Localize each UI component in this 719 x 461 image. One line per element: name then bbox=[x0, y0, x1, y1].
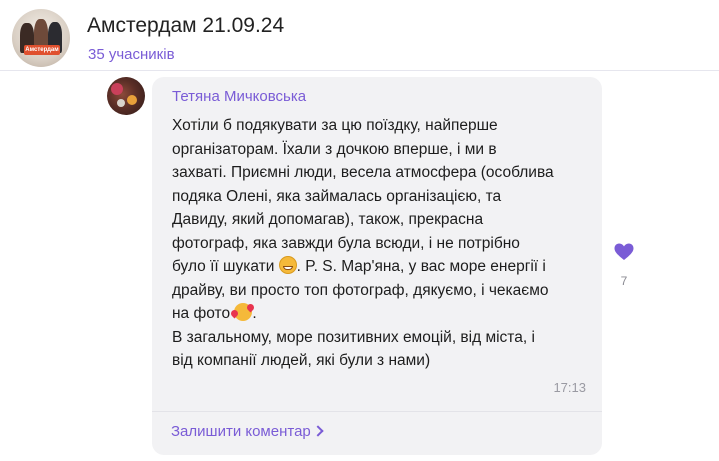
message-text: Хотіли б подякувати за цю поїздку, найпе… bbox=[172, 114, 592, 373]
heart-icon[interactable] bbox=[612, 240, 636, 264]
message-text-part: Хотіли б подякувати за цю поїздку, найпе… bbox=[172, 117, 554, 275]
chevron-right-icon bbox=[312, 425, 324, 437]
chat-header: Амстердам Амстердам 21.09.24 35 учасникі… bbox=[0, 0, 719, 71]
reaction[interactable]: 7 bbox=[609, 240, 639, 288]
members-count[interactable]: 35 учасників bbox=[88, 46, 175, 63]
grinning-face-emoji-icon bbox=[278, 256, 297, 274]
group-avatar[interactable]: Амстердам bbox=[12, 9, 70, 67]
message-footer: Залишити коментар bbox=[152, 411, 602, 455]
author-avatar[interactable] bbox=[107, 77, 145, 115]
author-name[interactable]: Тетяна Мичковська bbox=[172, 88, 306, 105]
message-bubble: Тетяна Мичковська Хотіли б подякувати за… bbox=[152, 77, 602, 411]
avatar-flower bbox=[127, 95, 137, 105]
leave-comment-label: Залишити коментар bbox=[171, 423, 311, 440]
chat-title[interactable]: Амстердам 21.09.24 bbox=[87, 14, 284, 38]
reaction-count: 7 bbox=[620, 274, 628, 288]
avatar-flower bbox=[111, 83, 123, 95]
message-time: 17:13 bbox=[553, 380, 586, 395]
smiling-face-with-hearts-emoji-icon bbox=[234, 303, 253, 321]
avatar-badge: Амстердам bbox=[24, 45, 60, 55]
avatar-flower bbox=[117, 99, 125, 107]
leave-comment-link[interactable]: Залишити коментар bbox=[171, 423, 324, 440]
